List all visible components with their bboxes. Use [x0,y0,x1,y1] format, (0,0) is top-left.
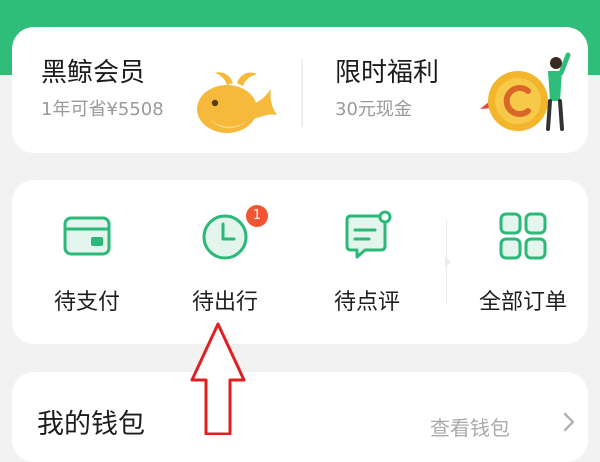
clock-icon [202,214,248,260]
black-whale-member-entry[interactable]: 黑鲸会员 1年可省¥5508 [12,27,300,153]
comment-icon [345,210,392,259]
wallet-icon [63,216,111,256]
order-label: 待出行 [191,290,258,315]
order-label: 待点评 [333,290,400,315]
orders-separator-tip [445,256,451,268]
whale-icon [197,72,277,133]
order-pending-trip[interactable]: 1 待出行 [160,180,290,344]
grid-icon [499,212,547,260]
annotation-arrow [190,322,246,435]
limited-welfare-entry[interactable]: 限时福利 30元现金 [302,27,588,153]
orders-card: 待支付 1 待出行 待点评 全部订单 [12,180,588,344]
member-subtitle: 1年可省¥5508 [41,99,164,120]
welfare-title: 限时福利 [335,58,440,88]
view-wallet-link[interactable]: 查看钱包 [430,412,510,441]
welfare-subtitle: 30元现金 [335,99,412,120]
coin-c-icon [480,52,571,131]
wallet-title: 我的钱包 [37,409,145,440]
chevron-right-icon [563,412,575,432]
order-all[interactable]: 全部订单 [458,180,588,344]
order-pending-review[interactable]: 待点评 [302,180,432,344]
wallet-card: 我的钱包 查看钱包 [12,372,588,462]
order-label: 待支付 [53,290,120,315]
order-pending-payment[interactable]: 待支付 [22,180,152,344]
pending-trip-badge: 1 [246,205,268,227]
member-title: 黑鲸会员 [41,58,146,88]
promo-card: 黑鲸会员 1年可省¥5508 限时福利 30元现金 [12,27,588,153]
order-label: 全部订单 [478,290,567,315]
